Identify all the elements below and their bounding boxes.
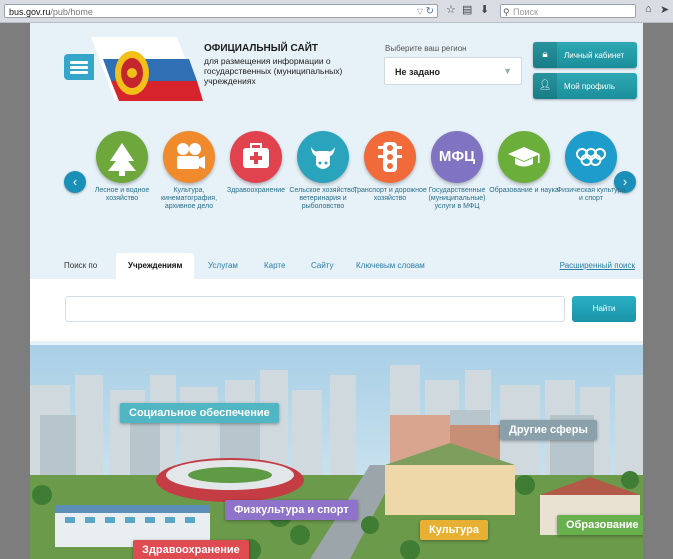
cabinet-label: Личный кабинет (564, 51, 625, 60)
category-circle (96, 131, 148, 183)
url-path: /pub/home (50, 7, 93, 17)
banner-label-social[interactable]: Социальное обеспечение (120, 403, 279, 423)
url-domain: bus.gov.ru (9, 7, 51, 17)
bookmarks-list-icon[interactable]: ▤ (462, 3, 472, 16)
search-panel: Найти (30, 279, 643, 341)
region-value: Не задано (395, 67, 441, 77)
category-circle (565, 131, 617, 183)
category-mfc[interactable]: МФЦ Государственные (муниципальные) услу… (420, 131, 494, 211)
region-label: Выберите ваш регион (385, 44, 467, 53)
banner-label-healthcare[interactable]: Здравоохранение (133, 540, 249, 559)
tab-map[interactable]: Карте (264, 253, 285, 279)
category-sport[interactable]: Физическая культура и спорт (554, 131, 628, 203)
traffic-light-icon (378, 142, 402, 172)
category-culture[interactable]: Культура, кинематография, архивное дело (152, 131, 226, 211)
category-circle: МФЦ (431, 131, 483, 183)
url-dropdown-icon[interactable]: ▽ (417, 5, 423, 19)
category-label: Государственные (муниципальные) услуги в… (428, 187, 486, 210)
category-circle (297, 131, 349, 183)
banner-label-culture[interactable]: Культура (420, 520, 488, 540)
category-agriculture[interactable]: Сельское хозяйство, ветеринария и рыболо… (286, 131, 360, 211)
graduation-cap-icon (508, 147, 540, 167)
category-circle (498, 131, 550, 183)
category-label: Образование и наука (489, 187, 559, 194)
chevron-down-icon: ▼ (503, 66, 512, 76)
tab-services[interactable]: Услугам (208, 253, 238, 279)
carousel-prev-button[interactable]: ‹ (64, 171, 86, 193)
user-icon: 👤︎ (533, 73, 557, 99)
category-circle (364, 131, 416, 183)
camera-icon (177, 143, 205, 169)
tree-icon (108, 143, 136, 176)
tab-institutions[interactable]: Учреждениям (116, 253, 195, 279)
site-header: ОФИЦИАЛЬНЫЙ САЙТ для размещения информац… (30, 23, 643, 113)
category-forestry[interactable]: Лесное и водное хозяйство (85, 131, 159, 203)
mfc-icon: МФЦ (438, 148, 476, 165)
category-label: Физическая культура и спорт (556, 187, 626, 202)
medkit-icon (243, 143, 269, 168)
profile-label: Мой профиль (564, 82, 616, 91)
search-input[interactable] (65, 296, 565, 322)
olympic-rings-icon (576, 148, 606, 166)
banner-label-other[interactable]: Другие сферы (500, 420, 597, 440)
category-education[interactable]: Образование и наука (487, 131, 561, 195)
tab-site[interactable]: Сайту (311, 253, 334, 279)
advanced-search-link[interactable]: Расширенный поиск (560, 253, 635, 279)
reload-icon[interactable]: ↻ (426, 5, 434, 19)
home-icon[interactable]: ⌂ (645, 3, 652, 15)
city-illustration (30, 345, 643, 559)
banner-label-education[interactable]: Образование (557, 515, 643, 535)
category-carousel: ‹ › Лесное и водное хозяйство Культура, … (30, 123, 643, 243)
category-healthcare[interactable]: Здравоохранение (219, 131, 293, 195)
category-label: Культура, кинематография, архивное дело (160, 187, 218, 210)
download-icon[interactable]: ⬇ (480, 3, 489, 16)
url-bar[interactable]: bus.gov.ru/pub/home ▽ ↻ (4, 4, 438, 18)
send-icon[interactable]: ➤ (660, 3, 669, 16)
site-logo[interactable] (85, 37, 203, 109)
bookmark-star-icon[interactable]: ☆ (446, 3, 456, 16)
site-subtitle: для размещения информации о государствен… (204, 56, 343, 86)
browser-toolbar: bus.gov.ru/pub/home ▽ ↻ ☆ ▤ ⬇ ⚲ Поиск ⌂ … (0, 0, 673, 23)
category-transport[interactable]: Транспорт и дорожное хозяйство (353, 131, 427, 203)
category-circle (163, 131, 215, 183)
category-label: Сельское хозяйство, ветеринария и рыболо… (289, 187, 357, 210)
profile-button[interactable]: 👤︎ Мой профиль (533, 73, 637, 99)
banner-label-sport[interactable]: Физкультура и спорт (225, 500, 358, 520)
search-placeholder: Поиск (513, 7, 538, 17)
search-button[interactable]: Найти (572, 296, 636, 322)
cabinet-button[interactable]: 🔒︎ Личный кабинет (533, 42, 637, 68)
category-label: Здравоохранение (226, 187, 286, 194)
category-circle (230, 131, 282, 183)
menu-button[interactable] (64, 54, 94, 80)
cow-icon (311, 147, 335, 169)
region-select[interactable]: Не задано ▼ (384, 57, 522, 85)
search-tabs: Поиск по Учреждениям Услугам Карте Сайту… (30, 253, 643, 279)
city-banner: Социальное обеспечение Другие сферы Физк… (30, 345, 643, 559)
tab-keywords[interactable]: Ключевым словам (356, 253, 425, 279)
category-label: Лесное и водное хозяйство (94, 187, 150, 202)
page: ОФИЦИАЛЬНЫЙ САЙТ для размещения информац… (30, 23, 643, 559)
browser-search-input[interactable]: ⚲ Поиск (500, 4, 636, 18)
search-icon: ⚲ (503, 7, 510, 17)
lock-icon: 🔒︎ (533, 42, 557, 68)
category-label: Транспорт и дорожное хозяйство (353, 187, 427, 202)
tabs-prefix: Поиск по (64, 261, 98, 270)
site-title: ОФИЦИАЛЬНЫЙ САЙТ (204, 43, 319, 54)
